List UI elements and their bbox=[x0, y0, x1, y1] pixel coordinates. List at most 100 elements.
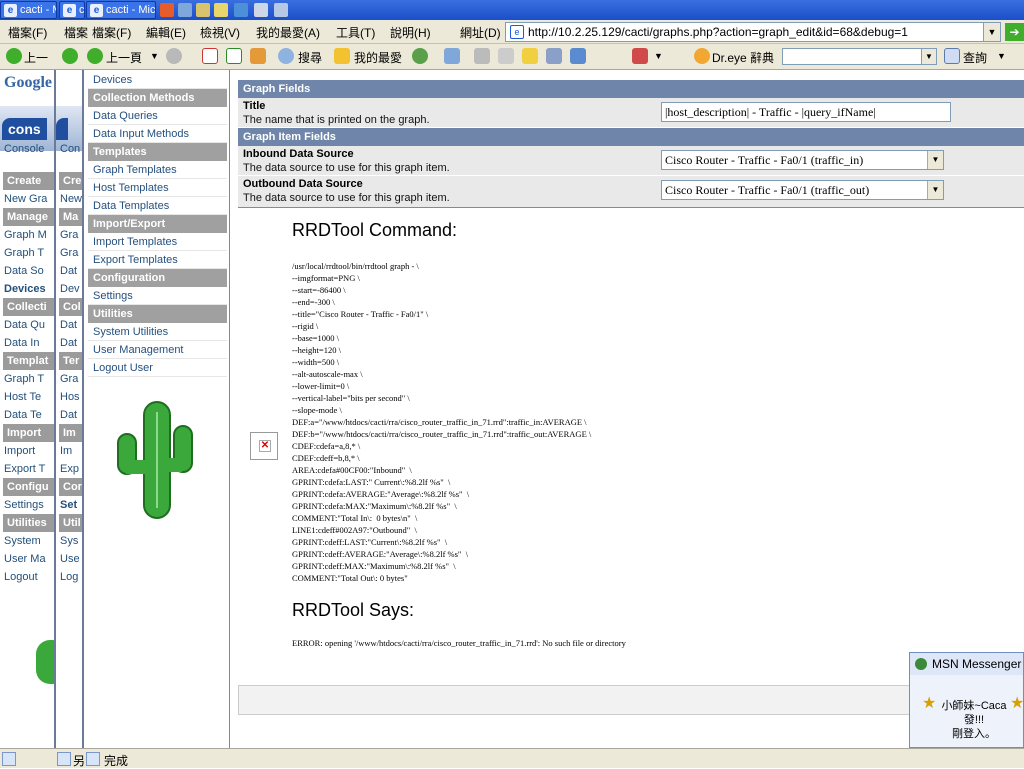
menu-help[interactable]: 說明(H) bbox=[390, 24, 431, 41]
media-icon[interactable] bbox=[254, 3, 268, 17]
nav-item[interactable]: Export T bbox=[4, 460, 45, 478]
sidebar-item-user-management[interactable]: User Management bbox=[88, 341, 227, 359]
nav-item[interactable]: Data Te bbox=[4, 406, 42, 424]
chevron-down-icon[interactable]: ▼ bbox=[654, 51, 663, 61]
sidebar-item-system-utilities[interactable]: System Utilities bbox=[88, 323, 227, 341]
nav-item[interactable]: User Ma bbox=[4, 550, 46, 568]
query-icon[interactable] bbox=[944, 48, 960, 64]
sidebar-item-settings[interactable]: Settings bbox=[88, 287, 227, 305]
nav-item[interactable]: Graph T bbox=[4, 370, 44, 388]
nav-item[interactable]: Hos bbox=[60, 388, 80, 406]
search-button[interactable]: 搜尋 bbox=[298, 49, 322, 66]
taskbar-window-button[interactable]: eca bbox=[59, 1, 85, 19]
nav-item[interactable]: Sys bbox=[60, 532, 78, 550]
chevron-down-icon[interactable]: ▼ bbox=[927, 181, 943, 199]
research-icon[interactable] bbox=[570, 48, 586, 64]
nav-item[interactable]: System bbox=[4, 532, 41, 550]
nav-item[interactable]: Dat bbox=[60, 262, 77, 280]
menu-file[interactable]: 檔案(F) bbox=[92, 24, 131, 41]
nav-item[interactable]: New bbox=[60, 190, 82, 208]
nav-item[interactable]: Use bbox=[60, 550, 80, 568]
menu-file[interactable]: 檔案 bbox=[64, 24, 88, 41]
chevron-down-icon[interactable]: ▼ bbox=[927, 151, 943, 169]
sidebar-item-data-queries[interactable]: Data Queries bbox=[88, 107, 227, 125]
tab-console[interactable]: Con bbox=[60, 140, 80, 158]
tool-icon[interactable] bbox=[274, 3, 288, 17]
sidebar-item-devices[interactable]: Devices bbox=[88, 71, 227, 89]
nav-item[interactable]: Logout bbox=[4, 568, 38, 586]
mail-icon[interactable] bbox=[444, 48, 460, 64]
nav-item[interactable]: Exp bbox=[60, 460, 79, 478]
nav-item[interactable]: Data So bbox=[4, 262, 44, 280]
favorites-star-icon[interactable] bbox=[334, 48, 350, 64]
print-icon[interactable] bbox=[474, 48, 490, 64]
nav-item[interactable]: Set bbox=[60, 496, 77, 514]
nav-item[interactable]: Import bbox=[4, 442, 35, 460]
nav-item[interactable]: Gra bbox=[60, 370, 78, 388]
nav-item[interactable]: Data In bbox=[4, 334, 39, 352]
nav-item[interactable]: Graph T bbox=[4, 244, 44, 262]
sidebar-item-export-templates[interactable]: Export Templates bbox=[88, 251, 227, 269]
menu-view[interactable]: 檢視(V) bbox=[200, 24, 240, 41]
back-icon[interactable] bbox=[87, 48, 103, 64]
nav-item[interactable]: Im bbox=[60, 442, 72, 460]
paint-icon[interactable] bbox=[214, 3, 228, 17]
refresh-icon[interactable] bbox=[226, 48, 242, 64]
dreye-search-input[interactable] bbox=[782, 48, 937, 65]
search-icon[interactable] bbox=[278, 48, 294, 64]
msn-notification[interactable]: MSN Messenger ★ ★ 小師妹~Caca 發!!! 剛登入。 bbox=[909, 652, 1024, 748]
nav-item[interactable]: Devices bbox=[4, 280, 46, 298]
nav-item[interactable]: Dat bbox=[60, 334, 77, 352]
folder-icon[interactable] bbox=[178, 3, 192, 17]
nav-item[interactable]: Dat bbox=[60, 406, 77, 424]
notes-icon[interactable] bbox=[234, 3, 248, 17]
discuss-icon[interactable] bbox=[522, 48, 538, 64]
outbound-select[interactable]: Cisco Router - Traffic - Fa0/1 (traffic_… bbox=[661, 180, 944, 200]
chevron-down-icon[interactable]: ▼ bbox=[983, 23, 1000, 41]
query-button[interactable]: 查詢 bbox=[963, 49, 987, 66]
title-input[interactable]: |host_description| - Traffic - |query_if… bbox=[661, 102, 951, 122]
tab-console[interactable]: Console bbox=[4, 140, 44, 158]
nav-item[interactable]: Host Te bbox=[4, 388, 41, 406]
back-button[interactable]: 上一 bbox=[24, 49, 48, 66]
sidebar-item-data-input-methods[interactable]: Data Input Methods bbox=[88, 125, 227, 143]
back-button[interactable]: 上一頁 bbox=[106, 49, 142, 66]
nav-item[interactable]: New Gra bbox=[4, 190, 47, 208]
nav-item[interactable]: Dat bbox=[60, 316, 77, 334]
chevron-down-icon[interactable]: ▼ bbox=[997, 51, 1006, 61]
menu-tools[interactable]: 工具(T) bbox=[336, 24, 375, 41]
nav-item[interactable]: Graph M bbox=[4, 226, 47, 244]
back-icon[interactable] bbox=[62, 48, 78, 64]
sidebar-item-graph-templates[interactable]: Graph Templates bbox=[88, 161, 227, 179]
favorites-button[interactable]: 我的最愛 bbox=[354, 49, 402, 66]
edit-icon[interactable] bbox=[498, 48, 514, 64]
nav-item[interactable]: Data Qu bbox=[4, 316, 45, 334]
translate-icon[interactable] bbox=[632, 48, 648, 64]
history-icon[interactable] bbox=[412, 48, 428, 64]
taskbar-window-button[interactable]: e cacti - Micr bbox=[86, 1, 156, 19]
address-bar[interactable]: e http://10.2.25.129/cacti/graphs.php?ac… bbox=[505, 22, 1001, 42]
go-button[interactable]: ➔ bbox=[1005, 23, 1024, 41]
nav-item[interactable]: Settings bbox=[4, 496, 44, 514]
forward-icon[interactable] bbox=[166, 48, 182, 64]
nav-item[interactable]: Log bbox=[60, 568, 78, 586]
nav-item[interactable]: Gra bbox=[60, 244, 78, 262]
chevron-down-icon[interactable]: ▼ bbox=[921, 48, 937, 65]
inbound-select[interactable]: Cisco Router - Traffic - Fa0/1 (traffic_… bbox=[661, 150, 944, 170]
address-text[interactable]: http://10.2.25.129/cacti/graphs.php?acti… bbox=[528, 25, 908, 39]
sidebar-item-host-templates[interactable]: Host Templates bbox=[88, 179, 227, 197]
sidebar-item-data-templates[interactable]: Data Templates bbox=[88, 197, 227, 215]
home-icon[interactable] bbox=[250, 48, 266, 64]
nav-item[interactable]: Gra bbox=[60, 226, 78, 244]
taskbar-window-button[interactable]: ecacti - M bbox=[0, 1, 57, 19]
sidebar-item-logout-user[interactable]: Logout User bbox=[88, 359, 227, 377]
menu-file[interactable]: 檔案(F) bbox=[8, 24, 47, 41]
nav-item[interactable]: Dev bbox=[60, 280, 80, 298]
sidebar-item-import-templates[interactable]: Import Templates bbox=[88, 233, 227, 251]
menu-edit[interactable]: 編輯(E) bbox=[146, 24, 186, 41]
messenger-icon[interactable] bbox=[196, 3, 210, 17]
chevron-down-icon[interactable]: ▼ bbox=[150, 51, 159, 61]
back-icon[interactable] bbox=[6, 48, 22, 64]
menu-favorites[interactable]: 我的最愛(A) bbox=[256, 24, 320, 41]
stop-icon[interactable] bbox=[202, 48, 218, 64]
